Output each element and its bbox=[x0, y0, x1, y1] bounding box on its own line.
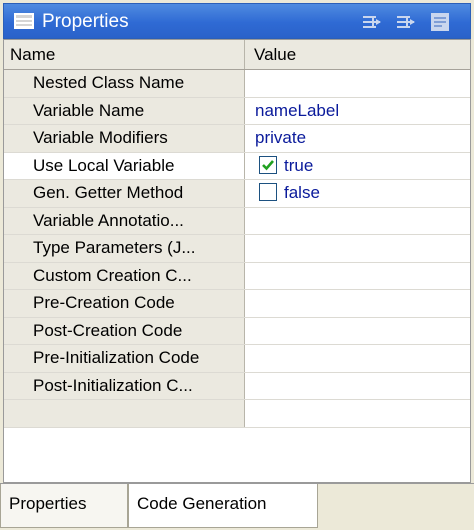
property-value[interactable] bbox=[245, 373, 470, 400]
bottom-tab-bar: Properties Code Generation bbox=[0, 483, 474, 530]
gen-getter-method-checkbox[interactable] bbox=[259, 183, 277, 201]
name-column-header[interactable]: Name bbox=[4, 40, 245, 69]
use-local-variable-checkbox[interactable] bbox=[259, 155, 277, 174]
tab-properties[interactable]: Properties bbox=[0, 484, 128, 528]
properties-table: Name Value Nested Class Name Variable Na… bbox=[3, 39, 471, 483]
checkmark-icon bbox=[262, 159, 274, 170]
property-value[interactable] bbox=[245, 345, 470, 372]
table-row[interactable]: Post-Initialization C... bbox=[4, 372, 470, 400]
property-value[interactable] bbox=[245, 208, 470, 235]
property-name: Variable Modifiers bbox=[4, 125, 245, 152]
table-row[interactable]: Type Parameters (J... bbox=[4, 235, 470, 263]
property-name: Nested Class Name bbox=[4, 70, 245, 97]
property-name: Pre-Creation Code bbox=[4, 290, 245, 317]
properties-list-icon bbox=[14, 13, 34, 29]
property-name: Post-Initialization C... bbox=[4, 372, 245, 399]
property-name: Type Parameters (J... bbox=[4, 235, 245, 262]
table-row[interactable]: Pre-Creation Code bbox=[4, 290, 470, 318]
table-row[interactable]: Variable Name nameLabel bbox=[4, 97, 470, 125]
table-row[interactable]: Gen. Getter Method false bbox=[4, 180, 470, 208]
value-column-header[interactable]: Value bbox=[245, 40, 470, 69]
property-value[interactable] bbox=[245, 263, 470, 290]
checkbox-label: true bbox=[284, 155, 314, 175]
property-name: Variable Name bbox=[4, 97, 245, 124]
property-name: Post-Creation Code bbox=[4, 317, 245, 344]
property-name: Pre-Initialization Code bbox=[4, 345, 245, 372]
menu-icon[interactable] bbox=[428, 10, 452, 34]
panel-title: Properties bbox=[42, 11, 129, 32]
table-row[interactable]: Post-Creation Code bbox=[4, 317, 470, 345]
property-name: Use Local Variable bbox=[4, 152, 245, 179]
title-bar: Properties bbox=[3, 3, 471, 39]
table-row-empty[interactable] bbox=[4, 400, 470, 428]
property-value[interactable] bbox=[245, 290, 470, 317]
property-value[interactable] bbox=[245, 70, 470, 97]
show-advanced-icon[interactable] bbox=[394, 10, 418, 34]
table-row[interactable]: Pre-Initialization Code bbox=[4, 345, 470, 373]
property-value[interactable]: true bbox=[245, 153, 470, 180]
property-value[interactable] bbox=[245, 318, 470, 345]
properties-panel: Properties Name Value Nested Class Name … bbox=[0, 0, 474, 530]
table-header: Name Value bbox=[4, 40, 470, 70]
property-name: Custom Creation C... bbox=[4, 262, 245, 289]
table-row[interactable]: Variable Annotatio... bbox=[4, 207, 470, 235]
show-categories-icon[interactable] bbox=[360, 10, 384, 34]
checkbox-label: false bbox=[284, 183, 320, 202]
property-value[interactable]: false bbox=[245, 180, 470, 207]
property-value[interactable] bbox=[245, 400, 470, 427]
property-value[interactable]: private bbox=[245, 125, 470, 152]
table-rows: Nested Class Name Variable Name nameLabe… bbox=[4, 70, 470, 428]
table-row[interactable]: Custom Creation C... bbox=[4, 262, 470, 290]
property-name bbox=[4, 400, 245, 427]
property-value[interactable] bbox=[245, 235, 470, 262]
property-name: Gen. Getter Method bbox=[4, 180, 245, 207]
property-name: Variable Annotatio... bbox=[4, 207, 245, 234]
table-row[interactable]: Nested Class Name bbox=[4, 70, 470, 98]
tab-code-generation[interactable]: Code Generation bbox=[128, 484, 318, 528]
table-row-selected[interactable]: Use Local Variable true bbox=[4, 152, 470, 180]
table-row[interactable]: Variable Modifiers private bbox=[4, 125, 470, 153]
property-value[interactable]: nameLabel bbox=[245, 98, 470, 125]
